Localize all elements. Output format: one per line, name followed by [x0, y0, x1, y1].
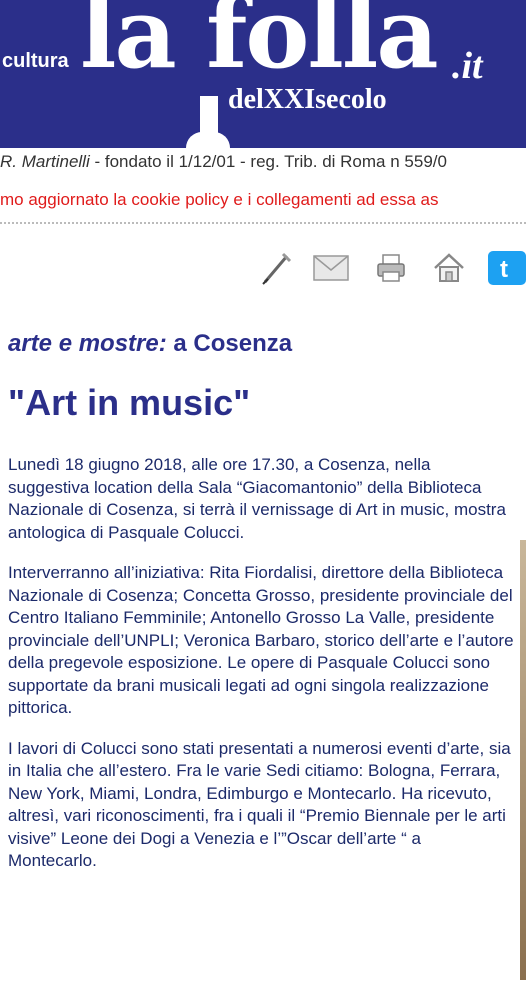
pen-icon[interactable] — [258, 248, 294, 288]
site-logo-subtitle: delXXIsecolo — [228, 84, 387, 115]
founding-details: - fondato il 1/12/01 - reg. Trib. di Rom… — [89, 152, 447, 171]
dotted-divider — [0, 222, 526, 224]
site-logo-tld: .it — [452, 45, 483, 87]
article-paragraph: Lunedì 18 giugno 2018, alle ore 17.30, a… — [8, 455, 506, 542]
side-image-edge — [520, 540, 526, 980]
svg-text:t: t — [500, 256, 508, 283]
article-title: "Art in music" — [8, 382, 251, 423]
twitter-icon[interactable]: t — [488, 248, 526, 288]
article-paragraph: Interverranno all’iniziativa: Rita Fiord… — [8, 563, 514, 717]
article-toolbar: t — [252, 248, 526, 288]
mail-icon[interactable] — [312, 248, 350, 288]
founder-name: R. Martinelli — [0, 152, 90, 171]
logo-f-foot — [186, 132, 230, 148]
category-link[interactable]: arte e mostre: — [8, 330, 167, 357]
site-header-banner[interactable]: cultura la folla .it delXXIsecolo — [0, 0, 526, 148]
article-paragraph: I lavori di Colucci sono stati presentat… — [8, 738, 511, 871]
cookie-notice[interactable]: mo aggiornato la cookie policy e i colle… — [0, 190, 526, 210]
home-icon[interactable] — [432, 248, 466, 288]
site-logo-text: la folla — [80, 0, 439, 90]
section-location: a Cosenza — [166, 330, 293, 357]
founding-info-line: R. Martinelli - fondato il 1/12/01 - reg… — [0, 152, 526, 172]
section-heading: arte e mostre: a Cosenza — [8, 330, 292, 358]
article-body: Lunedì 18 giugno 2018, alle ore 17.30, a… — [8, 454, 514, 891]
section-label-cultura[interactable]: cultura — [2, 50, 69, 73]
print-icon[interactable] — [374, 248, 408, 288]
